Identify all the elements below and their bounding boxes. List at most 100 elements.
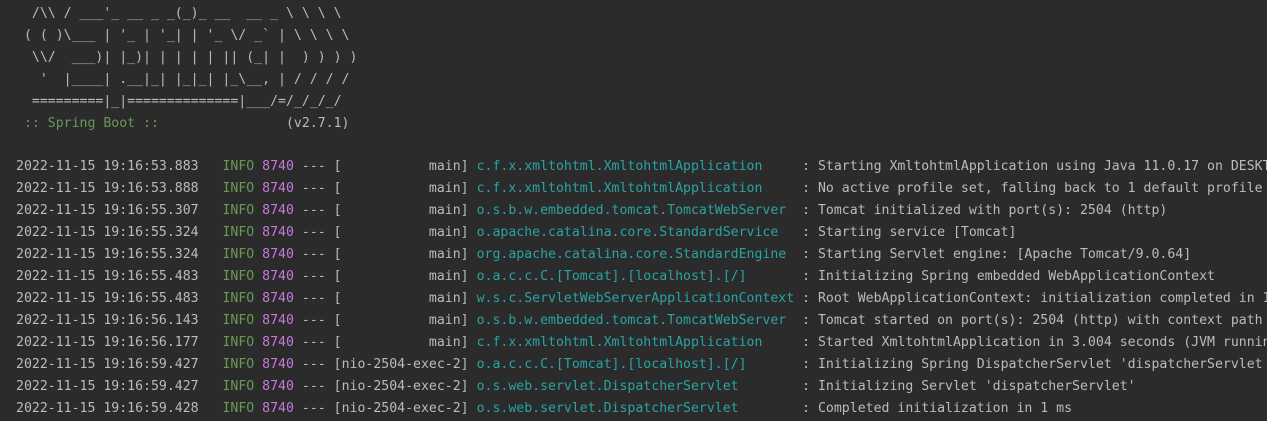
log-message: : Initializing Spring embedded WebApplic… bbox=[794, 269, 1215, 284]
log-logger-name[interactable]: o.s.b.w.embedded.tomcat.TomcatWebServer bbox=[477, 313, 795, 328]
log-timestamp: 2022-11-15 19:16:55.307 bbox=[16, 203, 199, 218]
log-line: 2022-11-15 19:16:53.888 INFO 8740 --- [ … bbox=[16, 178, 1267, 200]
log-message: : Starting Servlet engine: [Apache Tomca… bbox=[794, 247, 1192, 262]
log-thread: [ main] bbox=[333, 247, 469, 262]
log-line: 2022-11-15 19:16:59.427 INFO 8740 --- [n… bbox=[16, 354, 1267, 376]
log-level: INFO bbox=[214, 357, 255, 372]
log-message: : Started XmltohtmlApplication in 3.004 … bbox=[794, 335, 1267, 350]
log-pid: 8740 bbox=[262, 291, 294, 306]
log-logger-name[interactable]: o.apache.catalina.core.StandardService bbox=[477, 225, 795, 240]
log-logger-name[interactable]: c.f.x.xmltohtml.XmltohtmlApplication bbox=[477, 159, 795, 174]
log-message: : Initializing Servlet 'dispatcherServle… bbox=[794, 379, 1136, 394]
log-logger-name[interactable]: c.f.x.xmltohtml.XmltohtmlApplication bbox=[477, 181, 795, 196]
spring-boot-label: :: Spring Boot :: bbox=[16, 116, 167, 131]
log-thread: [nio-2504-exec-2] bbox=[333, 401, 469, 416]
log-thread: [ main] bbox=[333, 291, 469, 306]
log-logger-name[interactable]: o.s.web.servlet.DispatcherServlet bbox=[477, 401, 795, 416]
log-separator: --- bbox=[293, 401, 334, 416]
log-pid: 8740 bbox=[262, 379, 294, 394]
log-message: : No active profile set, falling back to… bbox=[794, 181, 1263, 196]
log-level: INFO bbox=[214, 247, 255, 262]
log-separator: --- bbox=[293, 313, 334, 328]
log-pid: 8740 bbox=[262, 313, 294, 328]
log-line: 2022-11-15 19:16:55.324 INFO 8740 --- [ … bbox=[16, 222, 1267, 244]
console-output[interactable]: /\\ / ___'_ __ _ _(_)_ __ __ _ \ \ \ \ (… bbox=[0, 0, 1267, 421]
log-line: 2022-11-15 19:16:56.143 INFO 8740 --- [ … bbox=[16, 310, 1267, 332]
log-separator: --- bbox=[293, 247, 334, 262]
log-thread: [nio-2504-exec-2] bbox=[333, 357, 469, 372]
log-separator: --- bbox=[293, 203, 334, 218]
log-logger-name[interactable]: w.s.c.ServletWebServerApplicationContext bbox=[477, 291, 795, 306]
log-pid: 8740 bbox=[262, 335, 294, 350]
log-line: 2022-11-15 19:16:59.427 INFO 8740 --- [n… bbox=[16, 376, 1267, 398]
log-line: 2022-11-15 19:16:59.428 INFO 8740 --- [n… bbox=[16, 398, 1267, 420]
log-message: : Tomcat started on port(s): 2504 (http)… bbox=[794, 313, 1263, 328]
log-logger-name[interactable]: o.s.b.w.embedded.tomcat.TomcatWebServer bbox=[477, 203, 795, 218]
log-timestamp: 2022-11-15 19:16:55.324 bbox=[16, 225, 199, 240]
log-logger-name[interactable]: o.a.c.c.C.[Tomcat].[localhost].[/] bbox=[477, 269, 795, 284]
log-timestamp: 2022-11-15 19:16:53.883 bbox=[16, 159, 199, 174]
log-level: INFO bbox=[214, 313, 255, 328]
log-timestamp: 2022-11-15 19:16:55.324 bbox=[16, 247, 199, 262]
log-thread: [ main] bbox=[333, 225, 469, 240]
log-separator: --- bbox=[293, 225, 334, 240]
log-level: INFO bbox=[214, 269, 255, 284]
log-timestamp: 2022-11-15 19:16:59.428 bbox=[16, 401, 199, 416]
log-level: INFO bbox=[214, 291, 255, 306]
log-separator: --- bbox=[293, 291, 334, 306]
log-timestamp: 2022-11-15 19:16:56.177 bbox=[16, 335, 199, 350]
banner-line: ' |____| .__|_| |_|_| |_\__, | / / / / bbox=[16, 72, 350, 87]
log-separator: --- bbox=[293, 379, 334, 394]
banner-line: /\\ / ___'_ __ _ _(_)_ __ __ _ \ \ \ \ bbox=[16, 6, 342, 21]
log-message: : Starting service [Tomcat] bbox=[794, 225, 1017, 240]
log-thread: [ main] bbox=[333, 159, 469, 174]
log-level: INFO bbox=[214, 335, 255, 350]
log-line: 2022-11-15 19:16:55.483 INFO 8740 --- [ … bbox=[16, 266, 1267, 288]
log-level: INFO bbox=[214, 379, 255, 394]
log-timestamp: 2022-11-15 19:16:53.888 bbox=[16, 181, 199, 196]
log-line: 2022-11-15 19:16:55.483 INFO 8740 --- [ … bbox=[16, 288, 1267, 310]
spring-boot-version-line: :: Spring Boot :: (v2.7.1) bbox=[16, 113, 350, 135]
log-pid: 8740 bbox=[262, 247, 294, 262]
log-timestamp: 2022-11-15 19:16:59.427 bbox=[16, 357, 199, 372]
log-level: INFO bbox=[214, 181, 255, 196]
log-thread: [ main] bbox=[333, 181, 469, 196]
log-separator: --- bbox=[293, 335, 334, 350]
banner-line: =========|_|==============|___/=/_/_/_/ bbox=[16, 94, 342, 109]
log-pid: 8740 bbox=[262, 225, 294, 240]
log-level: INFO bbox=[214, 159, 255, 174]
log-pid: 8740 bbox=[262, 203, 294, 218]
log-level: INFO bbox=[214, 203, 255, 218]
log-separator: --- bbox=[293, 181, 334, 196]
log-message: : Tomcat initialized with port(s): 2504 … bbox=[794, 203, 1168, 218]
log-pid: 8740 bbox=[262, 159, 294, 174]
banner-line: ( ( )\___ | '_ | '_| | '_ \/ _` | \ \ \ … bbox=[16, 28, 350, 43]
log-thread: [ main] bbox=[333, 335, 469, 350]
log-level: INFO bbox=[214, 225, 255, 240]
log-pid: 8740 bbox=[262, 357, 294, 372]
log-timestamp: 2022-11-15 19:16:59.427 bbox=[16, 379, 199, 394]
log-logger-name[interactable]: org.apache.catalina.core.StandardEngine bbox=[477, 247, 795, 262]
log-pid: 8740 bbox=[262, 181, 294, 196]
spring-ascii-banner: /\\ / ___'_ __ _ _(_)_ __ __ _ \ \ \ \ (… bbox=[16, 3, 357, 113]
banner-line: \\/ ___)| |_)| | | | | || (_| | ) ) ) ) bbox=[16, 50, 358, 65]
log-separator: --- bbox=[293, 269, 334, 284]
log-logger-name[interactable]: o.a.c.c.C.[Tomcat].[localhost].[/] bbox=[477, 357, 795, 372]
log-line: 2022-11-15 19:16:55.324 INFO 8740 --- [ … bbox=[16, 244, 1267, 266]
log-logger-name[interactable]: o.s.web.servlet.DispatcherServlet bbox=[477, 379, 795, 394]
log-timestamp: 2022-11-15 19:16:56.143 bbox=[16, 313, 199, 328]
log-thread: [nio-2504-exec-2] bbox=[333, 379, 469, 394]
log-line: 2022-11-15 19:16:55.307 INFO 8740 --- [ … bbox=[16, 200, 1267, 222]
log-thread: [ main] bbox=[333, 203, 469, 218]
log-timestamp: 2022-11-15 19:16:55.483 bbox=[16, 269, 199, 284]
log-logger-name[interactable]: c.f.x.xmltohtml.XmltohtmlApplication bbox=[477, 335, 795, 350]
log-line: 2022-11-15 19:16:56.177 INFO 8740 --- [ … bbox=[16, 332, 1267, 354]
log-pid: 8740 bbox=[262, 401, 294, 416]
log-pid: 8740 bbox=[262, 269, 294, 284]
log-level: INFO bbox=[214, 401, 255, 416]
log-message: : Root WebApplicationContext: initializa… bbox=[794, 291, 1267, 306]
log-message: : Starting XmltohtmlApplication using Ja… bbox=[794, 159, 1267, 174]
log-thread: [ main] bbox=[333, 269, 469, 284]
log-message: : Completed initialization in 1 ms bbox=[794, 401, 1073, 416]
log-line: 2022-11-15 19:16:53.883 INFO 8740 --- [ … bbox=[16, 156, 1267, 178]
